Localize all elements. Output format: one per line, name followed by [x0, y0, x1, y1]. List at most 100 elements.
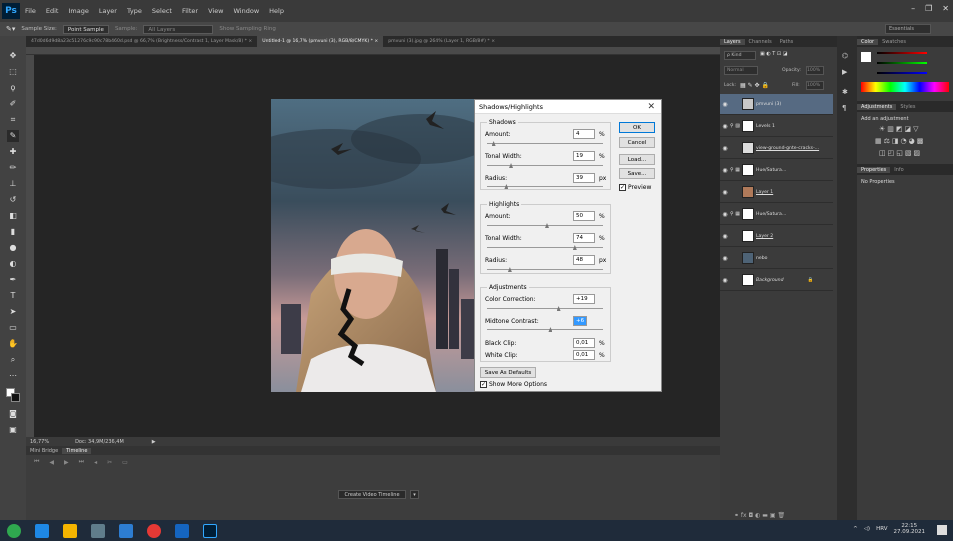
close-window-button[interactable]: ✕	[942, 4, 949, 13]
slider-knob[interactable]	[509, 163, 514, 168]
fill-field[interactable]: 100%	[806, 81, 824, 90]
app-icon[interactable]	[175, 523, 189, 538]
dodge-tool-icon[interactable]: ◐	[7, 258, 19, 270]
split-icon[interactable]: ✂	[107, 459, 112, 466]
filter-icons[interactable]: ▣ ◐ T ⊡ ◪	[760, 51, 787, 57]
slider-knob[interactable]	[556, 306, 561, 311]
preview-checkbox[interactable]: ✓	[619, 184, 626, 191]
shape-tool-icon[interactable]: ▭	[7, 322, 19, 334]
history-brush-icon[interactable]: ↺	[7, 194, 19, 206]
edge-icon[interactable]	[35, 523, 49, 538]
character-icon[interactable]: ¶	[842, 104, 846, 112]
load-button[interactable]: Load...	[619, 154, 655, 165]
zoom-tool-icon[interactable]: ⌕	[7, 354, 19, 366]
slider-knob[interactable]	[507, 267, 512, 272]
dialog-close-button[interactable]: ✕	[647, 102, 655, 112]
save-button[interactable]: Save...	[619, 168, 655, 179]
create-video-timeline-button[interactable]: Create Video Timeline	[338, 490, 406, 499]
file-explorer-icon[interactable]	[63, 523, 77, 538]
menu-help[interactable]: Help	[264, 7, 289, 15]
blue-slider[interactable]	[877, 72, 927, 74]
show-sampling-ring-checkbox[interactable]: Show Sampling Ring	[219, 26, 275, 32]
start-button-icon[interactable]	[7, 523, 21, 538]
doc-tab[interactable]: 47d0d6d9d8a23c51276c9c90c78b460d.psd @ 6…	[26, 36, 257, 47]
blend-mode-dropdown[interactable]: Normal	[724, 66, 758, 75]
path-select-icon[interactable]: ➤	[7, 306, 19, 318]
layer-filter-dropdown[interactable]: ρ Kind	[724, 51, 756, 60]
eraser-tool-icon[interactable]: ◧	[7, 210, 19, 222]
sample-size-dropdown[interactable]: Point Sample	[62, 24, 109, 34]
menu-image[interactable]: Image	[63, 7, 93, 15]
next-frame-icon[interactable]: ⏭	[79, 458, 84, 466]
save-as-defaults-button[interactable]: Save As Defaults	[480, 367, 536, 378]
tab-paths[interactable]: Paths	[776, 39, 798, 45]
menu-view[interactable]: View	[203, 7, 228, 15]
volume-icon[interactable]: ◁)	[864, 526, 870, 532]
color-fg-swatch[interactable]	[861, 52, 871, 62]
quick-select-tool-icon[interactable]: ✐	[7, 98, 19, 110]
white-clip-field[interactable]: 0,01	[573, 350, 595, 360]
highlights-amount-field[interactable]: 50	[573, 211, 595, 221]
document-image[interactable]	[271, 99, 476, 392]
tab-styles[interactable]: Styles	[896, 104, 919, 110]
blur-tool-icon[interactable]: ●	[7, 242, 19, 254]
shadows-radius-field[interactable]: 39	[573, 173, 595, 183]
opacity-field[interactable]: 100%	[806, 66, 824, 75]
transition-icon[interactable]: ▭	[122, 459, 128, 466]
layer-row[interactable]: ◉ view-ground-gnte-cracks-...	[720, 138, 833, 159]
brush-panel-icon[interactable]: ✱	[842, 88, 848, 96]
audio-icon[interactable]: ◂	[94, 459, 97, 466]
zoom-readout[interactable]: 16,77%	[30, 439, 49, 445]
language-indicator[interactable]: HRV	[876, 526, 887, 532]
ok-button[interactable]: OK	[619, 122, 655, 133]
prev-frame-icon[interactable]: ◀	[49, 459, 54, 466]
layer-row[interactable]: ◉ ⚲ ▨ Levels 1	[720, 116, 833, 137]
status-menu-icon[interactable]: ▶	[152, 439, 156, 445]
tab-info[interactable]: Info	[890, 167, 907, 173]
doc-tab-active[interactable]: Untitled-1 @ 16,7% (pmvuni (3), RGB/8/CM…	[257, 36, 384, 47]
hand-tool-icon[interactable]: ✋	[7, 338, 19, 350]
shadows-tonal-field[interactable]: 19	[573, 151, 595, 161]
visibility-eye-icon[interactable]: ◉	[720, 211, 730, 218]
tab-channels[interactable]: Channels	[745, 39, 776, 45]
history-icon[interactable]: ⌬	[842, 52, 848, 60]
midtone-contrast-slider[interactable]	[487, 327, 603, 332]
actions-icon[interactable]: ▶	[842, 68, 847, 76]
highlights-amount-slider[interactable]	[487, 223, 603, 228]
app-icon[interactable]	[91, 523, 105, 538]
cancel-button[interactable]: Cancel	[619, 137, 655, 148]
green-slider[interactable]	[877, 62, 927, 64]
lock-icons[interactable]: ▦ ✎ ✥ 🔒	[740, 82, 769, 89]
layer-footer-icons[interactable]: ⚭ fx ◘ ◐ ▬ ▣ 🗑	[734, 512, 785, 519]
screen-mode-icon[interactable]: ▣	[7, 424, 19, 436]
adjustment-icons-row-1[interactable]: ☀▥◩◪▽	[879, 125, 921, 133]
notifications-icon[interactable]	[937, 525, 947, 535]
slider-knob[interactable]	[548, 327, 553, 332]
highlights-radius-field[interactable]: 48	[573, 255, 595, 265]
layer-row[interactable]: ◉ ⚲ ▦ Hue/Satura...	[720, 204, 833, 225]
move-tool-icon[interactable]: ✥	[7, 50, 19, 62]
first-frame-icon[interactable]: ⏮	[34, 458, 39, 466]
gradient-tool-icon[interactable]: ▮	[7, 226, 19, 238]
layer-row[interactable]: ◉ nebo	[720, 248, 833, 269]
restore-button[interactable]: ❐	[925, 4, 932, 13]
visibility-eye-icon[interactable]: ◉	[720, 233, 730, 240]
menu-filter[interactable]: Filter	[177, 7, 203, 15]
tab-properties[interactable]: Properties	[857, 166, 891, 173]
slider-knob[interactable]	[572, 245, 577, 250]
color-correction-field[interactable]: +19	[573, 294, 595, 304]
more-tools-icon[interactable]: ⋯	[7, 370, 19, 382]
clock[interactable]: 22:15 27.09.2021	[894, 523, 926, 535]
shadows-amount-field[interactable]: 4	[573, 129, 595, 139]
red-slider[interactable]	[877, 52, 927, 54]
healing-tool-icon[interactable]: ✚	[7, 146, 19, 158]
doc-tab[interactable]: pmvuni (3).jpg @ 264% (Layer 1, RGB/8#) …	[383, 36, 500, 47]
menu-edit[interactable]: Edit	[41, 7, 64, 15]
menu-type[interactable]: Type	[122, 7, 147, 15]
slider-knob[interactable]	[504, 184, 509, 189]
visibility-eye-icon[interactable]: ◉	[720, 123, 730, 130]
visibility-eye-icon[interactable]: ◉	[720, 167, 730, 174]
adjustment-icons-row-3[interactable]: ◫◰◱▧▨	[879, 149, 922, 157]
tab-mini-bridge[interactable]: Mini Bridge	[26, 448, 62, 454]
eyedropper-tool-icon[interactable]: ✎	[7, 130, 19, 142]
